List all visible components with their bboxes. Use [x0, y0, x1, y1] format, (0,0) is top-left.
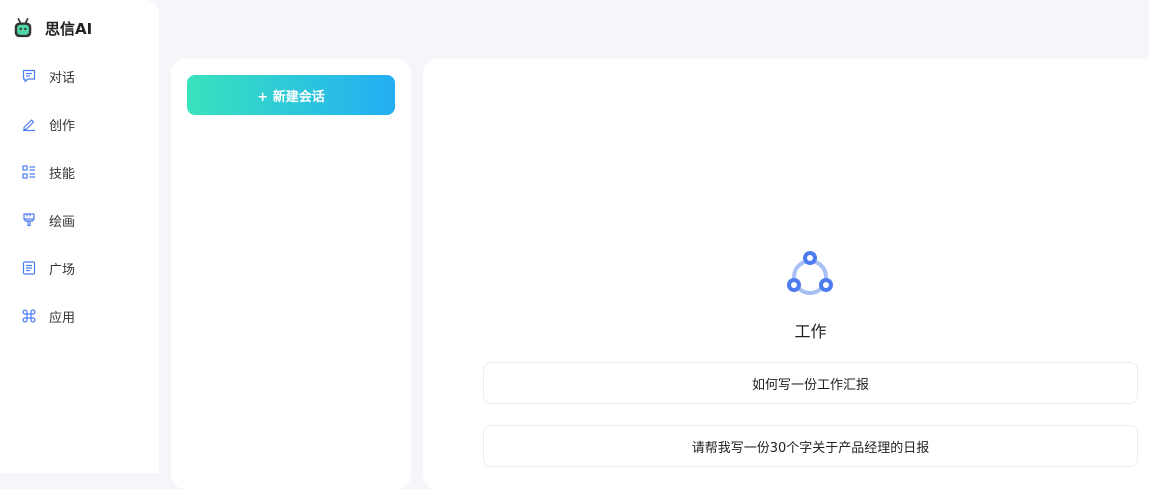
sidebar-nav: 对话 创作 技能 绘画 广场 应用	[0, 52, 159, 340]
robot-icon	[14, 18, 32, 38]
new-conversation-button[interactable]: + 新建会话	[187, 75, 395, 115]
share-nodes-icon	[787, 251, 833, 295]
sidebar-item-label: 应用	[49, 310, 76, 326]
pencil-icon	[23, 119, 35, 132]
brand[interactable]: 思信AI	[12, 16, 92, 40]
sidebar-item-label: 广场	[49, 262, 76, 278]
sidebar-item-label: 创作	[49, 118, 76, 134]
sidebar-item-skills[interactable]: 技能	[0, 148, 159, 196]
sidebar: 思信AI 对话 创作 技能 绘画 广场 应用	[0, 0, 159, 473]
brush-icon	[23, 213, 35, 227]
sidebar-item-label: 技能	[49, 166, 76, 182]
chat-icon	[22, 69, 36, 83]
suggestion-prompt[interactable]: 如何写一份工作汇报	[483, 362, 1138, 404]
sidebar-item-draw[interactable]: 绘画	[0, 196, 159, 244]
sidebar-item-label: 绘画	[49, 214, 76, 230]
category-title: 工作	[794, 322, 827, 341]
sidebar-item-label: 对话	[49, 70, 76, 86]
main-panel: 工作 如何写一份工作汇报 请帮我写一份30个字关于产品经理的日报	[423, 59, 1149, 489]
list-icon	[22, 165, 35, 179]
conversation-panel: + 新建会话	[171, 59, 411, 489]
sidebar-item-create[interactable]: 创作	[0, 100, 159, 148]
brand-name: 思信AI	[45, 19, 93, 38]
suggestion-prompt[interactable]: 请帮我写一份30个字关于产品经理的日报	[483, 425, 1138, 467]
document-icon	[22, 261, 36, 275]
category-logo	[783, 247, 837, 301]
sidebar-item-chat[interactable]: 对话	[0, 52, 159, 100]
command-icon	[22, 309, 36, 323]
sidebar-item-apps[interactable]: 应用	[0, 292, 159, 340]
sidebar-item-plaza[interactable]: 广场	[0, 244, 159, 292]
